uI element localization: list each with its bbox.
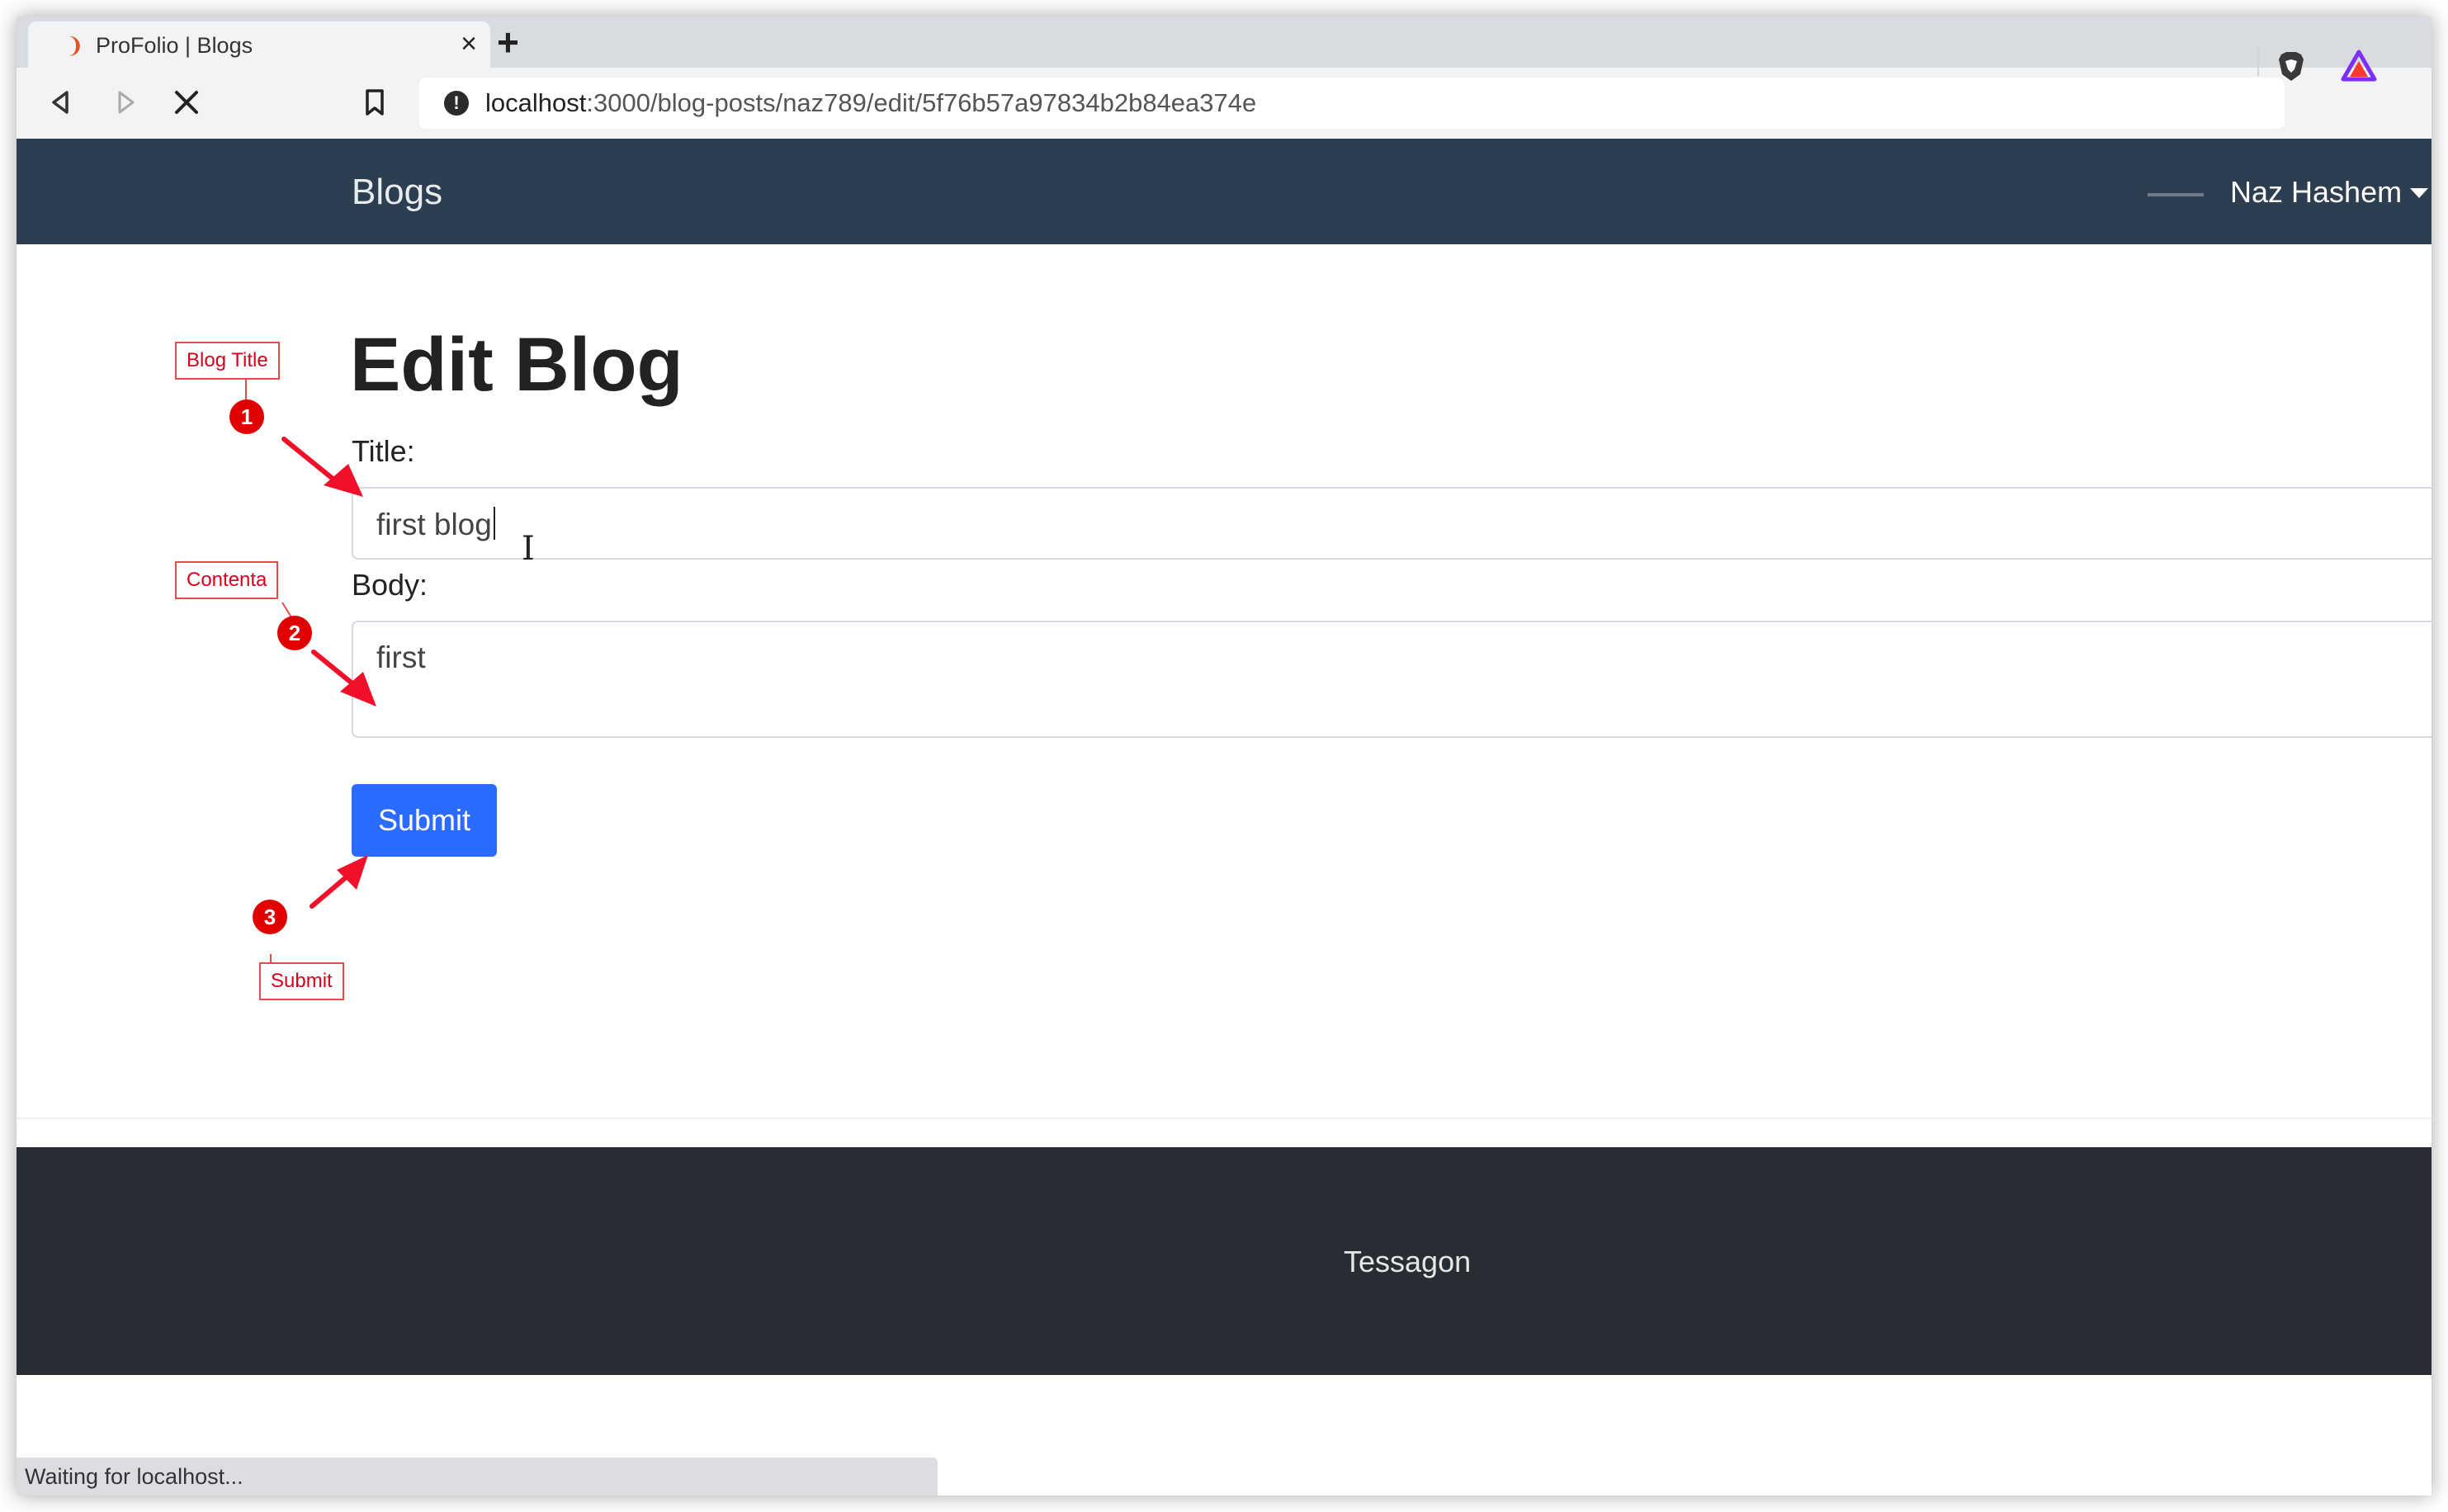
toolbar-divider xyxy=(2257,46,2259,76)
submit-button[interactable]: Submit xyxy=(352,784,497,857)
browser-tab[interactable]: ❩ ProFolio | Blogs × xyxy=(28,21,490,68)
browser-toolbar: ! localhost:3000/blog-posts/naz789/edit/… xyxy=(17,68,2431,139)
browser-window: ❩ ProFolio | Blogs × + ! localhost:3000/… xyxy=(17,17,2431,1495)
brave-favicon-icon: ❩ xyxy=(66,33,84,58)
title-input[interactable]: first blog xyxy=(352,487,2431,560)
navbar-brand[interactable]: Blogs xyxy=(352,172,442,213)
body-textarea[interactable]: first xyxy=(352,621,2431,738)
close-icon[interactable]: × xyxy=(461,28,477,60)
footer-divider xyxy=(17,1117,2431,1119)
annotation-label-1: Blog Title xyxy=(175,342,280,380)
tab-title: ProFolio | Blogs xyxy=(96,33,253,58)
stop-icon[interactable] xyxy=(170,86,203,119)
forward-icon[interactable] xyxy=(109,86,142,119)
annotation-badge-1: 1 xyxy=(229,399,264,434)
brave-shield-icon[interactable] xyxy=(2275,50,2308,83)
page-title: Edit Blog xyxy=(350,323,683,407)
dropdown-caret-icon[interactable] xyxy=(2410,188,2428,198)
title-label: Title: xyxy=(352,434,415,468)
annotation-badge-3: 3 xyxy=(253,900,287,934)
annotation-label-2: Contenta xyxy=(175,561,279,599)
title-input-value: first blog xyxy=(376,507,495,542)
user-menu[interactable]: Naz Hashem xyxy=(2230,175,2402,210)
footer-text: Tessagon xyxy=(1344,1245,1472,1278)
address-bar[interactable]: ! localhost:3000/blog-posts/naz789/edit/… xyxy=(419,78,2285,129)
back-icon[interactable] xyxy=(45,86,78,119)
body-label: Body: xyxy=(352,568,428,602)
annotation-label-3: Submit xyxy=(259,962,344,1000)
site-navbar: Blogs Naz Hashem xyxy=(17,139,2431,244)
url-text: localhost:3000/blog-posts/naz789/edit/5f… xyxy=(485,88,1257,117)
annotation-badge-2: 2 xyxy=(277,616,312,650)
navbar-divider xyxy=(2148,193,2204,196)
bookmark-icon[interactable] xyxy=(358,86,391,119)
body-textarea-value: first xyxy=(376,640,426,674)
plus-icon[interactable]: + xyxy=(497,20,519,64)
brave-rewards-icon[interactable] xyxy=(2341,50,2377,83)
text-cursor-icon: I xyxy=(522,530,535,568)
site-footer: Tessagon xyxy=(17,1147,2431,1375)
status-text: Waiting for localhost... xyxy=(25,1464,243,1489)
status-bar: Waiting for localhost... xyxy=(17,1458,938,1495)
info-icon[interactable]: ! xyxy=(444,91,469,116)
tab-strip: ❩ ProFolio | Blogs × + xyxy=(17,17,2431,68)
